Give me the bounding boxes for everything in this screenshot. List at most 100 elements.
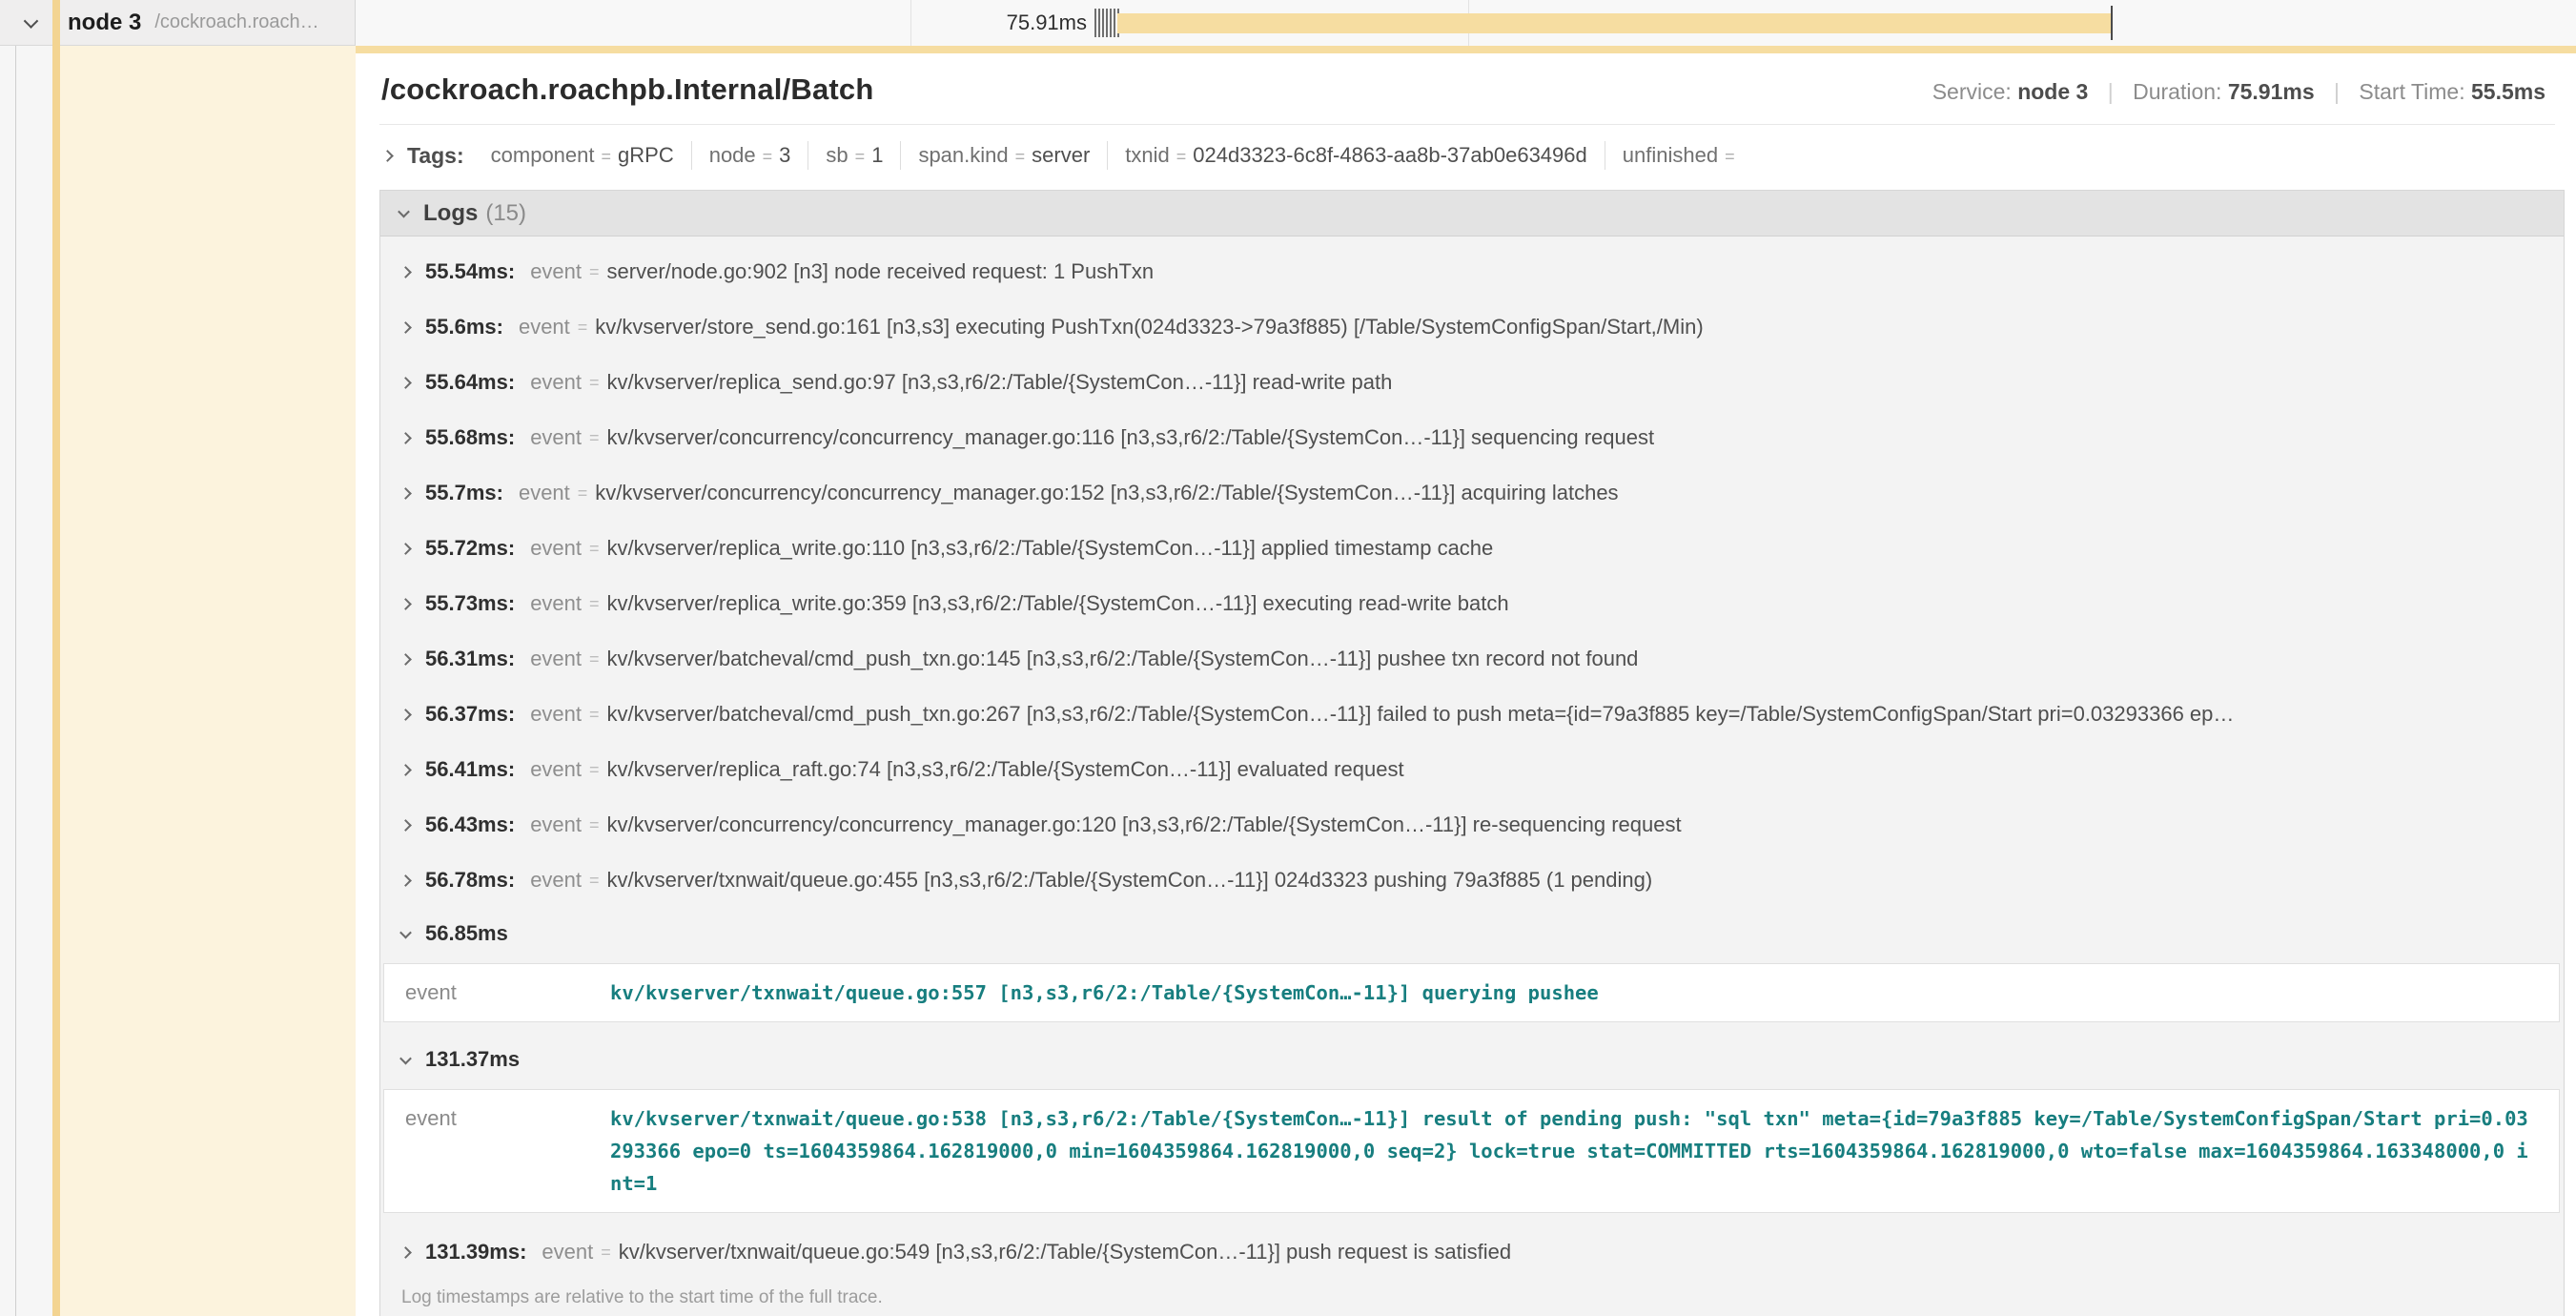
tag-item: unfinished= [1605,141,1759,170]
log-field-key: event [530,425,582,450]
tags-row[interactable]: Tags: component=gRPCnode=3sb=1span.kind=… [379,125,2566,184]
tag-item: span.kind=server [901,141,1108,170]
log-timestamp: 56.78ms: [425,868,515,893]
span-detail-header: /cockroach.roachpb.Internal/Batch Servic… [379,67,2566,124]
log-field-key: event [519,315,570,339]
log-timestamp: 56.31ms: [425,647,515,671]
span-meta: Service: node 3 | Duration: 75.91ms | St… [1932,79,2545,105]
log-row[interactable]: 55.64ms: event = kv/kvserver/replica_sen… [380,355,2564,410]
log-field-key: event [542,1240,593,1265]
log-expand-chevron-icon[interactable] [399,598,412,610]
log-collapse-chevron-icon[interactable] [399,926,412,938]
log-message: kv/kvserver/batcheval/cmd_push_txn.go:26… [607,702,2235,727]
tags-label: Tags: [407,143,464,169]
log-detail-field-label: event [405,977,610,1009]
log-expand-chevron-icon[interactable] [399,487,412,500]
log-row[interactable]: 131.39ms: event = kv/kvserver/txnwait/qu… [380,1224,2564,1280]
log-expand-chevron-icon[interactable] [399,321,412,334]
log-field-key: event [530,647,582,671]
log-expand-chevron-icon[interactable] [399,709,412,721]
log-field-key: event [530,757,582,782]
log-field-key: event [530,259,582,284]
log-equals-sign: = [589,705,600,725]
log-detail-value[interactable]: kv/kvserver/txnwait/queue.go:557 [n3,s3,… [610,977,1599,1009]
log-detail-box: event kv/kvserver/txnwait/queue.go:538 [… [383,1089,2560,1213]
span-duration-label: 75.91ms [887,0,1087,46]
tag-item: sb=1 [808,141,901,170]
log-collapse-chevron-icon[interactable] [399,1052,412,1064]
span-detail-card: /cockroach.roachpb.Internal/Batch Servic… [356,46,2576,1316]
log-row[interactable]: 55.73ms: event = kv/kvserver/replica_wri… [380,576,2564,631]
collapse-span-chevron-icon[interactable] [24,13,39,29]
log-row[interactable]: 55.72ms: event = kv/kvserver/replica_wri… [380,521,2564,576]
log-row[interactable]: 56.43ms: event = kv/kvserver/concurrency… [380,797,2564,853]
tag-item: component=gRPC [474,141,692,170]
start-time-label: Start Time: [2359,79,2464,104]
log-row[interactable]: 55.6ms: event = kv/kvserver/store_send.g… [380,299,2564,355]
logs-title: Logs [423,200,478,227]
log-row[interactable]: 55.54ms: event = server/node.go:902 [n3]… [380,244,2564,299]
log-marker-end-tick [2111,6,2113,40]
log-expand-chevron-icon[interactable] [399,377,412,389]
log-expand-chevron-icon[interactable] [399,764,412,776]
log-row[interactable]: 55.68ms: event = kv/kvserver/concurrency… [380,410,2564,465]
log-row[interactable]: 55.7ms: event = kv/kvserver/concurrency/… [380,465,2564,521]
log-equals-sign: = [589,262,600,282]
log-message: kv/kvserver/txnwait/queue.go:455 [n3,s3,… [607,868,1653,893]
duration-value: 75.91ms [2228,79,2315,104]
log-equals-sign: = [589,428,600,448]
tags-list: component=gRPCnode=3sb=1span.kind=server… [474,141,1759,170]
selected-row-highlight [60,46,356,1316]
log-row[interactable]: 56.31ms: event = kv/kvserver/batcheval/c… [380,631,2564,687]
log-expand-chevron-icon[interactable] [399,874,412,887]
log-field-key: event [530,702,582,727]
tags-expand-chevron-icon[interactable] [381,150,394,162]
log-message: kv/kvserver/replica_raft.go:74 [n3,s3,r6… [607,757,1404,782]
log-row[interactable]: 56.37ms: event = kv/kvserver/batcheval/c… [380,687,2564,742]
meta-separator: | [2334,79,2340,104]
log-equals-sign: = [589,539,600,559]
log-expand-chevron-icon[interactable] [399,1246,412,1259]
log-detail-value[interactable]: kv/kvserver/txnwait/queue.go:538 [n3,s3,… [610,1102,2538,1200]
duration-label: Duration: [2133,79,2221,104]
log-timestamp: 131.37ms [425,1047,520,1072]
log-equals-sign: = [578,483,588,504]
log-expand-chevron-icon[interactable] [399,543,412,555]
span-operation-name: /cockroach.roach… [154,11,318,33]
log-row-expanded[interactable]: 131.37ms [380,1034,2564,1085]
log-timestamp: 56.41ms: [425,757,515,782]
log-field-key: event [519,481,570,505]
log-expand-chevron-icon[interactable] [399,819,412,832]
service-value: node 3 [2017,79,2088,104]
log-expand-chevron-icon[interactable] [399,653,412,666]
log-field-key: event [530,591,582,616]
log-equals-sign: = [589,815,600,835]
log-expand-chevron-icon[interactable] [399,432,412,444]
logs-panel: Logs (15) 55.54ms: event = server/node.g… [379,190,2565,1316]
logs-count: (15) [485,200,526,227]
log-message: kv/kvserver/replica_write.go:110 [n3,s3,… [607,536,1494,561]
log-message: kv/kvserver/concurrency/concurrency_mana… [607,425,1655,450]
log-equals-sign: = [589,871,600,891]
tag-item: node=3 [692,141,809,170]
tree-guide-line [15,46,16,1316]
logs-collapse-chevron-icon[interactable] [398,206,410,218]
log-message: kv/kvserver/concurrency/concurrency_mana… [607,812,1682,837]
log-timestamp: 56.37ms: [425,702,515,727]
log-message: kv/kvserver/replica_write.go:359 [n3,s3,… [607,591,1509,616]
log-row[interactable]: 56.78ms: event = kv/kvserver/txnwait/que… [380,853,2564,908]
log-marker-ticks [1094,9,1119,37]
logs-panel-header[interactable]: Logs (15) [380,191,2564,236]
logs-list: 55.54ms: event = server/node.go:902 [n3]… [380,236,2564,1316]
start-time-value: 55.5ms [2471,79,2545,104]
span-duration-bar[interactable] [1117,13,2112,33]
log-expand-chevron-icon[interactable] [399,266,412,278]
service-label: Service: [1932,79,2012,104]
log-equals-sign: = [589,649,600,669]
log-field-key: event [530,868,582,893]
logs-footnote: Log timestamps are relative to the start… [380,1280,2564,1316]
span-color-stripe [52,0,60,1316]
log-row[interactable]: 56.41ms: event = kv/kvserver/replica_raf… [380,742,2564,797]
log-equals-sign: = [589,594,600,614]
log-row-expanded[interactable]: 56.85ms [380,908,2564,959]
